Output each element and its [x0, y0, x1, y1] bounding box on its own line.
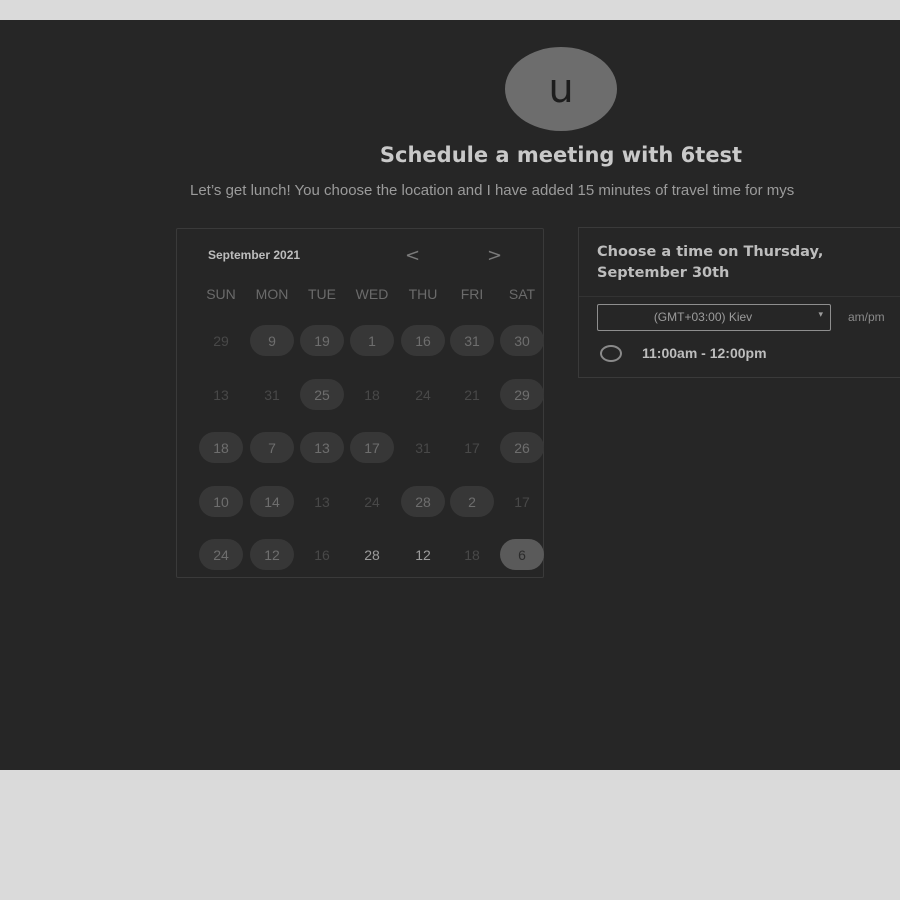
- calendar-day[interactable]: 31: [450, 325, 494, 356]
- event-description: Let’s get lunch! You choose the location…: [190, 182, 795, 199]
- chevron-right-icon[interactable]: >: [487, 245, 502, 266]
- calendar-day[interactable]: 26: [500, 432, 544, 463]
- time-picker-heading: Choose a time on Thursday, September 30t…: [597, 244, 824, 281]
- weekday-label: FRI: [460, 286, 484, 302]
- chevron-down-icon: ▾: [818, 309, 823, 319]
- weekday-label: MON: [255, 286, 289, 302]
- calendar-day: 31: [264, 386, 280, 403]
- calendar-day[interactable]: 7: [250, 432, 294, 463]
- calendar-day[interactable]: 29: [500, 379, 544, 410]
- page-title: Schedule a meeting with 6test: [379, 143, 743, 167]
- month-label: September 2021: [208, 248, 301, 262]
- timezone-value: (GMT+03:00) Kiev: [653, 310, 753, 324]
- calendar-day: 24: [364, 493, 380, 510]
- weekday-label: TUE: [308, 286, 336, 302]
- time-format-toggle[interactable]: am/pm: [848, 310, 885, 324]
- calendar-day: 18: [364, 386, 380, 403]
- calendar-day: 17: [464, 439, 480, 456]
- calendar-day: 17: [514, 493, 530, 510]
- calendar-day[interactable]: 18: [199, 432, 243, 463]
- calendar-day[interactable]: 28: [401, 486, 445, 517]
- calendar-day: 31: [415, 439, 431, 456]
- divider: [579, 296, 900, 297]
- calendar-day: 16: [314, 546, 330, 563]
- calendar-day[interactable]: 16: [401, 325, 445, 356]
- calendar-day: 28: [364, 546, 380, 563]
- weekday-label: SAT: [508, 286, 536, 302]
- weekday-label: SUN: [206, 286, 236, 302]
- calendar-day: 13: [314, 493, 330, 510]
- radio-circle-icon[interactable]: [600, 345, 622, 362]
- calendar-day[interactable]: 9: [250, 325, 294, 356]
- time-slot-label: 11:00am - 12:00pm: [642, 345, 767, 361]
- calendar-day: 13: [213, 386, 229, 403]
- calendar-day[interactable]: 2: [450, 486, 494, 517]
- calendar-day[interactable]: 30: [500, 325, 544, 356]
- calendar-day[interactable]: 17: [350, 432, 394, 463]
- calendar-day: 21: [464, 386, 480, 403]
- calendar: September 2021 < > SUN MON TUE WED THU FRI SAT…: [176, 228, 544, 578]
- calendar-day[interactable]: 19: [300, 325, 344, 356]
- weekday-label: THU: [408, 286, 438, 302]
- calendar-day-selected[interactable]: 6: [500, 539, 544, 570]
- chevron-left-icon[interactable]: <: [405, 245, 420, 266]
- booking-panel: u Schedule a meeting with 6test Let’s ge…: [0, 20, 900, 770]
- weekday-label: WED: [355, 286, 389, 302]
- calendar-day[interactable]: 13: [300, 432, 344, 463]
- avatar: u: [505, 47, 617, 131]
- calendar-day[interactable]: 10: [199, 486, 243, 517]
- calendar-day: 29: [213, 332, 229, 349]
- calendar-day[interactable]: 12: [250, 539, 294, 570]
- time-slot[interactable]: 11:00am - 12:00pm: [600, 345, 890, 367]
- calendar-day: 12: [415, 546, 431, 563]
- calendar-day: 24: [415, 386, 431, 403]
- calendar-day[interactable]: 24: [199, 539, 243, 570]
- calendar-day[interactable]: 14: [250, 486, 294, 517]
- calendar-day: 18: [464, 546, 480, 563]
- calendar-day[interactable]: 25: [300, 379, 344, 410]
- calendar-day[interactable]: 1: [350, 325, 394, 356]
- time-picker: Choose a time on Thursday, September 30t…: [578, 227, 900, 378]
- timezone-select[interactable]: (GMT+03:00) Kiev ▾: [597, 304, 831, 331]
